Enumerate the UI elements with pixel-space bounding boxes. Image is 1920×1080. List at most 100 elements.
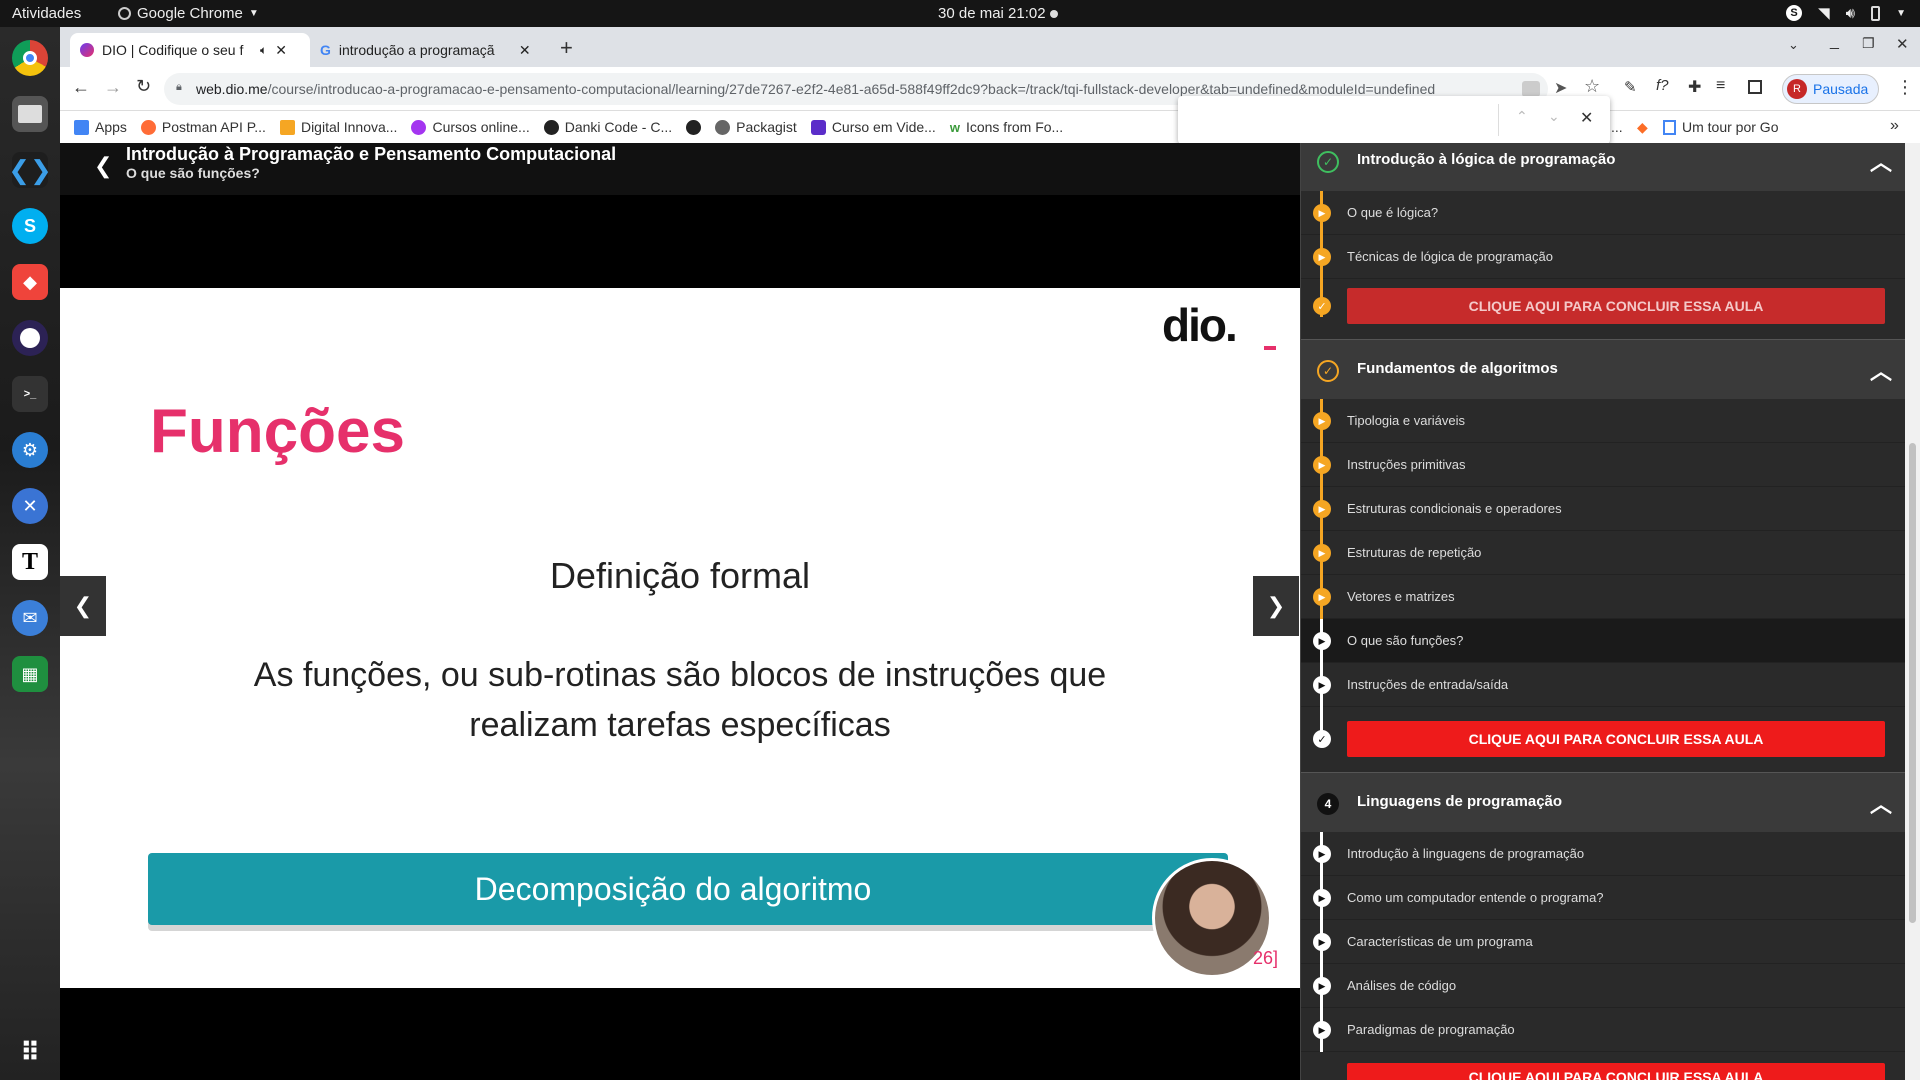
module-header-logica[interactable]: ✓ Introdução à lógica de programação ︿ — [1301, 143, 1905, 191]
tab-title: introdução a programaçã — [338, 42, 495, 58]
tab-search-icon[interactable]: ⌄ — [1788, 37, 1799, 53]
tab-google[interactable]: G introdução a programaçã ✕ — [310, 33, 550, 67]
find-input[interactable] — [1186, 104, 1486, 136]
chrome-dock-icon[interactable] — [12, 40, 48, 76]
terminal-dock-icon[interactable]: >_ — [12, 376, 48, 412]
app-grid-icon[interactable]: ⠿ — [12, 1034, 48, 1070]
lesson-item[interactable]: ▶ Características de um programa — [1301, 920, 1905, 964]
new-tab-button[interactable]: + — [560, 35, 573, 61]
skype-dock-icon[interactable]: S — [12, 208, 48, 244]
anydesk-dock-icon[interactable]: ◆ — [12, 264, 48, 300]
complete-lesson-button[interactable]: CLIQUE AQUI PARA CONCLUIR ESSA AULA — [1347, 288, 1885, 324]
lesson-item-current[interactable]: ▶ O que são funções? — [1301, 619, 1905, 663]
lesson-item[interactable]: ▶ Estruturas condicionais e operadores — [1301, 487, 1905, 531]
module-number-badge: 4 — [1317, 793, 1339, 815]
app-menu[interactable]: Google Chrome ▼ — [118, 5, 259, 22]
reload-icon[interactable]: ↻ — [136, 76, 151, 97]
share-icon[interactable]: ➤ — [1554, 78, 1567, 98]
extensions-icon[interactable]: ✚ — [1688, 77, 1701, 97]
bookmark-gitlab[interactable]: ◆ — [1637, 119, 1648, 136]
media-control-icon[interactable]: ≡ — [1716, 77, 1725, 95]
eclipse-dock-icon[interactable] — [12, 320, 48, 356]
power-menu-icon[interactable]: ▼ — [1896, 8, 1906, 19]
spreadsheet-dock-icon[interactable]: ▦ — [12, 656, 48, 692]
complete-lesson-button[interactable]: CLIQUE AQUI PARA CONCLUIR ESSA AULA — [1347, 1063, 1885, 1080]
chrome-menu-icon[interactable]: ⋮ — [1896, 77, 1914, 98]
profile-button[interactable]: R Pausada — [1782, 74, 1880, 104]
find-close-icon[interactable]: ✕ — [1580, 108, 1593, 128]
lesson-item[interactable]: ▶ Análises de código — [1301, 964, 1905, 1008]
find-next-icon[interactable]: ⌄ — [1548, 108, 1560, 125]
url-host: web.dio.me — [196, 81, 268, 97]
lesson-item[interactable]: ▶ Paradigmas de programação — [1301, 1008, 1905, 1052]
lesson-label: Técnicas de lógica de programação — [1347, 249, 1553, 264]
bookmark-github[interactable] — [686, 119, 702, 135]
system-tray[interactable]: S ◥ 🔊︎ ▼ — [1786, 4, 1906, 22]
lesson-item[interactable]: ▶ Vetores e matrizes — [1301, 575, 1905, 619]
module-header-linguagens[interactable]: 4 Linguagens de programação ︿ — [1301, 772, 1905, 832]
bookmark-um-tour[interactable]: Um tour por Go — [1663, 119, 1778, 135]
vscode-dock-icon[interactable]: ❮❯ — [8, 152, 52, 188]
back-chevron-icon[interactable]: ❮ — [94, 153, 112, 179]
thunderbird-dock-icon[interactable]: ✉ — [12, 600, 48, 636]
typora-dock-icon[interactable]: T — [12, 544, 48, 580]
slide-next-button[interactable]: ❯ — [1253, 576, 1299, 636]
tab-dio[interactable]: DIO | Codifique o seu f 🔈︎ ✕ — [70, 33, 310, 67]
audio-icon[interactable]: 🔈︎ — [260, 43, 267, 58]
close-tab-icon[interactable]: ✕ — [519, 42, 531, 59]
skype-tray-icon[interactable]: S — [1786, 5, 1803, 21]
bookmark-apps[interactable]: Apps — [74, 119, 127, 135]
close-tab-icon[interactable]: ✕ — [275, 42, 287, 59]
slide-banner: Decomposição do algoritmo — [148, 853, 1228, 925]
bookmark-postman[interactable]: Postman API P... — [140, 119, 266, 135]
bookmark-curso-em-video[interactable]: Curso em Vide... — [810, 119, 936, 135]
side-panel-icon[interactable] — [1748, 80, 1762, 94]
chevron-up-icon[interactable]: ︿ — [1870, 354, 1892, 386]
module-header-algoritmos[interactable]: ✓ Fundamentos de algoritmos ︿ — [1301, 339, 1905, 399]
caret-down-icon: ▼ — [248, 8, 259, 19]
close-window-button[interactable]: ✕ — [1896, 35, 1909, 53]
lesson-item[interactable]: ▶ Como um computador entende o programa? — [1301, 876, 1905, 920]
complete-lesson-button[interactable]: CLIQUE AQUI PARA CONCLUIR ESSA AULA — [1347, 721, 1885, 757]
lesson-item[interactable]: ▶ Estruturas de repetição — [1301, 531, 1905, 575]
lesson-item[interactable]: ▶ O que é lógica? — [1301, 191, 1905, 235]
chevron-up-icon[interactable]: ︿ — [1870, 145, 1892, 177]
apps-grid-icon — [74, 119, 89, 135]
forward-icon[interactable]: → — [104, 77, 122, 98]
play-icon: ▶ — [1313, 500, 1331, 518]
bookmark-danki-code[interactable]: Danki Code - C... — [543, 119, 672, 135]
bookmark-cursos-online[interactable]: Cursos online... — [411, 119, 530, 135]
app-name: Google Chrome — [137, 5, 243, 22]
lesson-item[interactable]: ▶ Técnicas de lógica de programação — [1301, 235, 1905, 279]
page-save-icon[interactable] — [1522, 81, 1540, 97]
chevron-right-icon: ❯ — [1266, 593, 1286, 618]
lesson-item[interactable]: ▶ Tipologia e variáveis — [1301, 399, 1905, 443]
lesson-item[interactable]: ▶ Introdução à linguagens de programação — [1301, 832, 1905, 876]
activities-button[interactable]: Atividades — [12, 5, 81, 22]
restore-button[interactable]: ❐ — [1862, 35, 1875, 52]
minimize-button[interactable]: _ — [1830, 33, 1839, 51]
eyedropper-icon[interactable]: ✎ — [1624, 78, 1637, 96]
find-prev-icon[interactable]: ⌃ — [1516, 108, 1528, 125]
clock[interactable]: 30 de mai 21:02 — [938, 5, 1058, 22]
chevron-up-icon[interactable]: ︿ — [1870, 787, 1892, 819]
bookmarks-overflow-icon[interactable]: » — [1890, 117, 1899, 135]
compass-dock-icon[interactable]: ✕ — [12, 488, 48, 524]
bookmark-star-icon[interactable]: ☆ — [1584, 76, 1600, 97]
slide-prev-button[interactable]: ❮ — [60, 576, 106, 636]
settings-dock-icon[interactable]: ⚙ — [12, 432, 48, 468]
lesson-item[interactable]: ▶ Instruções primitivas — [1301, 443, 1905, 487]
bookmark-icons-from[interactable]: w Icons from Fo... — [950, 119, 1063, 135]
bookmark-packagist[interactable]: Packagist — [715, 119, 797, 135]
back-icon[interactable]: ← — [72, 77, 90, 98]
files-dock-icon[interactable] — [12, 96, 48, 132]
gitlab-icon: ◆ — [1637, 119, 1648, 135]
bookmark-digital-innovation[interactable]: Digital Innova... — [279, 119, 397, 135]
lesson-item[interactable]: ▶ Instruções de entrada/saída — [1301, 663, 1905, 707]
play-icon: ▶ — [1313, 204, 1331, 222]
lesson-label: Estruturas condicionais e operadores — [1347, 501, 1562, 516]
scrollbar-thumb[interactable] — [1909, 443, 1916, 923]
formula-icon[interactable]: f? — [1656, 77, 1669, 94]
dio-favicon-icon — [80, 43, 94, 57]
tab-title: DIO | Codifique o seu f — [102, 42, 244, 58]
